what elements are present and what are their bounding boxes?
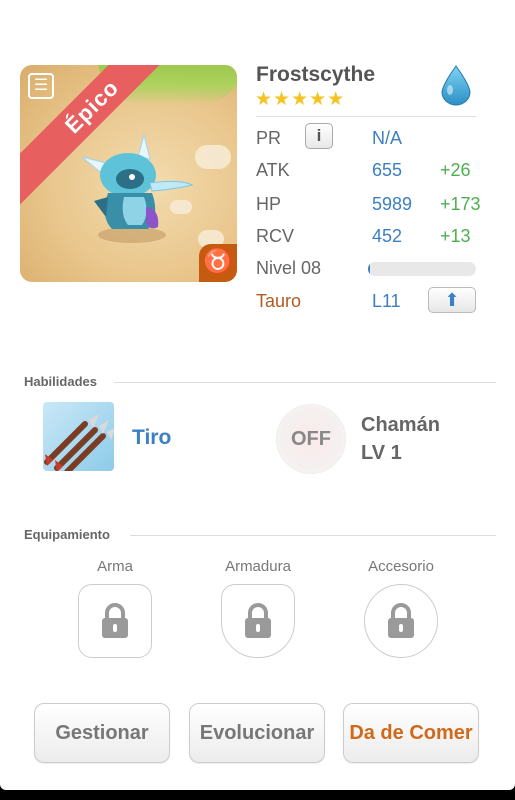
skill-level: LV 1 xyxy=(361,442,402,464)
atk-value: 655 xyxy=(372,160,403,180)
pr-label: PR xyxy=(256,128,282,148)
taurus-icon: ♉ xyxy=(203,248,233,275)
pr-value: N/A xyxy=(372,128,403,148)
weapon-slot[interactable] xyxy=(78,584,152,658)
armor-slot-label: Armadura xyxy=(225,558,291,575)
accessory-slot[interactable] xyxy=(364,584,438,658)
lock-icon xyxy=(245,603,271,638)
equipment-title: Equipamiento xyxy=(24,527,110,542)
arrow-volley-skill-icon[interactable] xyxy=(43,402,114,471)
atk-bonus: +26 xyxy=(440,160,471,180)
hp-value: 5989 xyxy=(372,194,413,214)
rcv-bonus: +13 xyxy=(440,226,471,246)
skill-name-tiro[interactable]: Tiro xyxy=(132,426,171,450)
rcv-value: 452 xyxy=(372,226,403,246)
upgrade-zodiac-button[interactable]: ⬆ xyxy=(428,287,476,313)
hp-label: HP xyxy=(256,194,282,214)
zodiac-label: Tauro xyxy=(256,291,302,311)
evolve-button[interactable]: Evolucionar xyxy=(189,703,325,763)
weapon-slot-label: Arma xyxy=(97,558,133,575)
accessory-slot-label: Accesorio xyxy=(368,558,434,575)
zodiac-badge: ♉ xyxy=(199,244,237,282)
manage-button[interactable]: Gestionar xyxy=(34,703,170,763)
monster-name: Frostscythe xyxy=(256,63,376,86)
xp-progress-bar xyxy=(368,262,476,276)
notes-icon[interactable]: ☰ xyxy=(28,73,54,99)
xp-progress-fill xyxy=(368,262,371,276)
armor-slot[interactable] xyxy=(221,584,295,658)
equipment-divider xyxy=(130,535,496,536)
skill-name-chaman[interactable]: Chamán xyxy=(361,414,440,437)
water-element-icon xyxy=(441,65,471,106)
lock-icon xyxy=(102,603,128,638)
info-button[interactable]: i xyxy=(305,123,333,149)
monster-detail-card: Épico ☰ ♉ Frostscythe ★★★★★ PR i N/A ATK… xyxy=(0,0,515,790)
level-label: Nivel 08 xyxy=(256,258,322,278)
atk-label: ATK xyxy=(256,160,290,180)
leader-skill-off-toggle[interactable]: OFF xyxy=(276,404,346,474)
skill-off-label: OFF xyxy=(291,428,331,450)
hp-bonus: +173 xyxy=(440,194,481,214)
name-divider xyxy=(256,116,476,117)
monster-portrait: Épico ☰ ♉ xyxy=(20,65,237,282)
abilities-title: Habilidades xyxy=(24,374,97,389)
rcv-label: RCV xyxy=(256,226,295,246)
star-rating: ★★★★★ xyxy=(255,89,346,110)
arrows-icon xyxy=(44,414,114,471)
arrow-up-icon: ⬆ xyxy=(444,290,460,310)
lock-icon xyxy=(388,603,414,638)
feed-button[interactable]: Da de Comer xyxy=(343,703,479,763)
zodiac-level: L11 xyxy=(372,291,401,311)
monster-sprite xyxy=(81,133,194,243)
abilities-divider xyxy=(114,382,496,383)
